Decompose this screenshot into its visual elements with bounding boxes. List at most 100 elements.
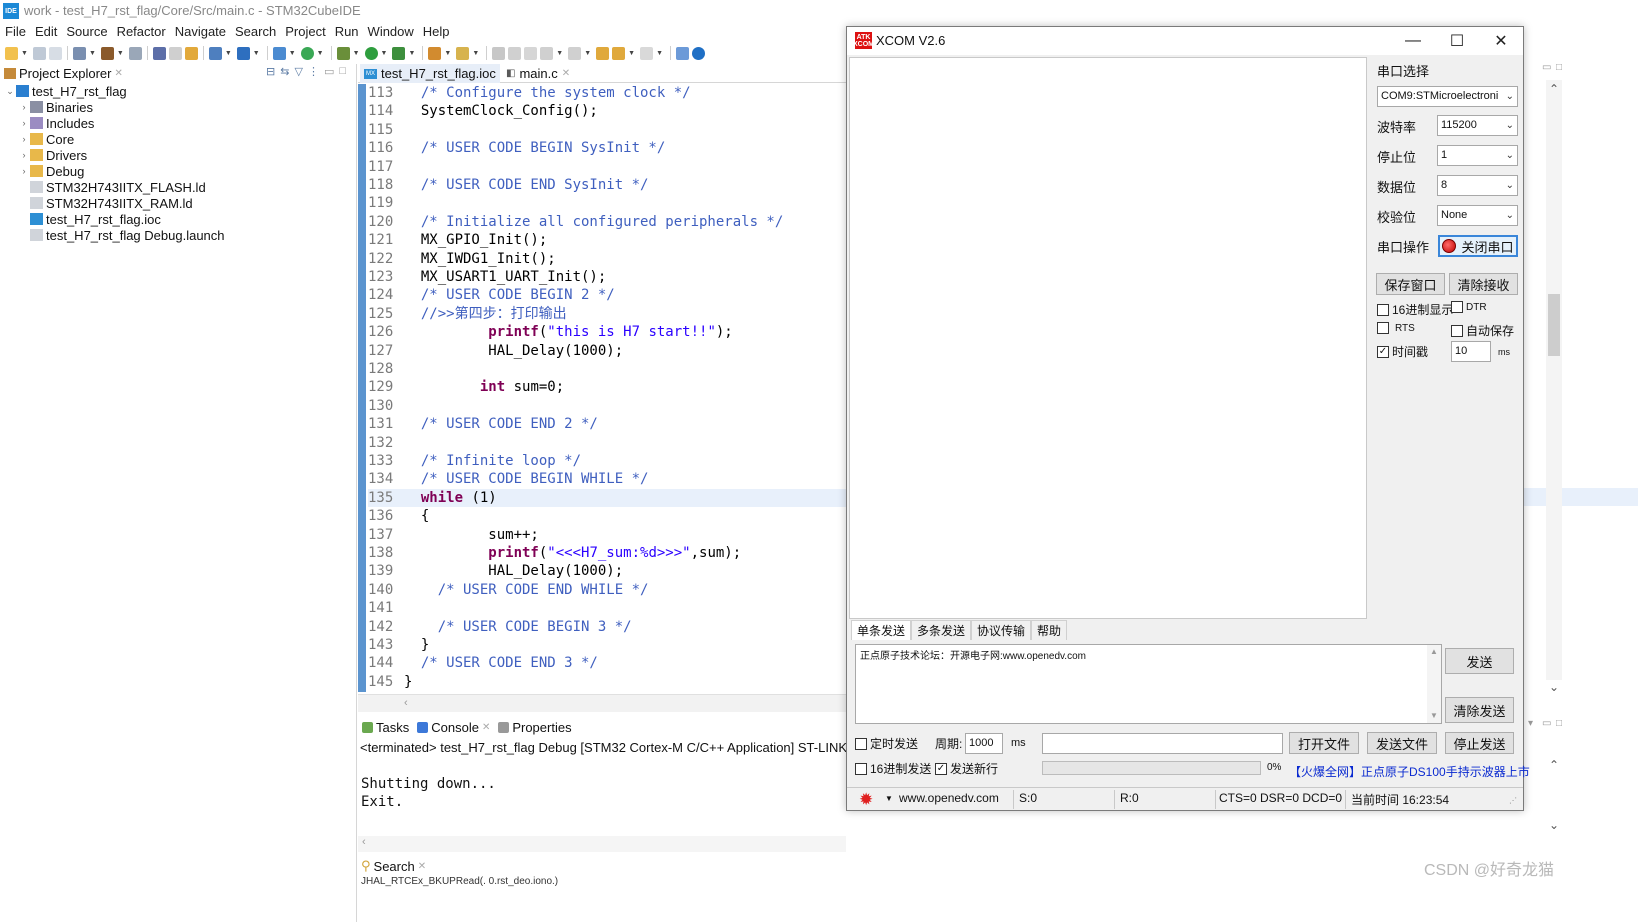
chevron-down-icon[interactable]: ▼ — [556, 50, 563, 57]
chevron-down-icon[interactable]: ▼ — [225, 50, 232, 57]
debug-bug-icon[interactable] — [336, 46, 350, 60]
close-icon[interactable]: ✕ — [114, 68, 122, 79]
chevron-down-icon[interactable]: ⌄ — [4, 86, 16, 97]
checkbox-box[interactable] — [855, 737, 867, 750]
save-window-button[interactable]: 保存窗口 — [1376, 273, 1445, 295]
chevron-left-icon[interactable]: ‹ — [404, 697, 408, 709]
tree-item[interactable]: › Core — [18, 131, 75, 147]
promo-link[interactable]: 【火爆全网】正点原子DS100手持示波器上市 — [1289, 763, 1530, 780]
tree-project-root[interactable]: ⌄ test_H7_rst_flag — [4, 83, 126, 99]
minimize-button[interactable]: — — [1393, 29, 1433, 53]
save-all-icon[interactable] — [48, 46, 62, 60]
hex-display-checkbox[interactable]: 16进制显示 — [1377, 301, 1453, 318]
open-perspective-icon[interactable] — [676, 46, 689, 60]
maximize-icon[interactable]: □ — [1556, 62, 1562, 73]
new-class-icon[interactable] — [236, 46, 250, 60]
open-file-button[interactable]: 打开文件 — [1289, 732, 1359, 754]
checkbox-box[interactable] — [855, 762, 867, 775]
chevron-down-icon[interactable]: ▼ — [21, 50, 28, 57]
send-button[interactable]: 发送 — [1445, 648, 1514, 674]
tree-item[interactable]: STM32H743IITX_RAM.ld — [18, 195, 193, 211]
tree-item[interactable]: test_H7_rst_flag Debug.launch — [18, 227, 225, 243]
build-config-icon[interactable] — [72, 46, 86, 60]
chevron-down-icon[interactable]: ▼ — [408, 50, 415, 57]
chevron-down-icon[interactable]: ▼ — [117, 50, 124, 57]
tree-item[interactable]: › Debug — [18, 163, 85, 179]
gear-icon[interactable]: ✹ — [859, 790, 873, 810]
data-bits-select[interactable]: 8 ⌄ — [1437, 175, 1518, 196]
chevron-down-icon[interactable]: ▼ — [381, 50, 388, 57]
chevron-down-icon[interactable]: ▼ — [289, 50, 296, 57]
menu-source[interactable]: Source — [61, 22, 111, 42]
send-file-button[interactable]: 发送文件 — [1367, 732, 1437, 754]
menu-refactor[interactable]: Refactor — [112, 22, 170, 42]
checkbox-box[interactable] — [1451, 301, 1463, 313]
baud-select[interactable]: 115200 ⌄ — [1437, 115, 1518, 136]
hex-send-checkbox[interactable]: 16进制发送 — [855, 760, 931, 777]
tree-item[interactable]: test_H7_rst_flag.ioc — [18, 211, 161, 227]
menu-search[interactable]: Search — [230, 22, 280, 42]
close-icon[interactable]: ✕ — [562, 68, 570, 79]
tab-help[interactable]: 帮助 — [1031, 620, 1068, 640]
tab-console[interactable]: Console ✕ — [417, 720, 490, 735]
menu-project[interactable]: Project — [280, 22, 329, 42]
menu-edit[interactable]: Edit — [30, 22, 61, 42]
resize-grip-icon[interactable]: ⋰ — [1509, 796, 1517, 805]
chevron-right-icon[interactable]: › — [18, 102, 30, 112]
chevron-down-icon[interactable]: ▼ — [1430, 711, 1438, 720]
chevron-down-icon[interactable]: ▼ — [472, 50, 479, 57]
external-tools-icon[interactable] — [392, 46, 406, 60]
next-annotation-icon[interactable] — [540, 46, 554, 60]
clear-send-button[interactable]: 清除发送 — [1445, 697, 1514, 723]
stop-send-button[interactable]: 停止发送 — [1445, 732, 1514, 754]
checkbox-box[interactable]: ✓ — [1377, 345, 1389, 358]
pin-icon[interactable] — [152, 46, 166, 60]
tree-item[interactable]: STM32H743IITX_FLASH.ld — [18, 179, 206, 195]
vertical-scrollbar[interactable] — [1546, 80, 1562, 680]
chevron-down-icon[interactable]: ▼ — [444, 50, 451, 57]
menu-window[interactable]: Window — [363, 22, 418, 42]
checkbox-box[interactable] — [1451, 324, 1463, 337]
tab-properties[interactable]: Properties — [498, 720, 572, 735]
tab-search[interactable]: ⚲ Search ✕ — [361, 858, 426, 874]
link-editor-icon[interactable]: ⇆ — [280, 65, 289, 78]
checkbox-box[interactable] — [1377, 303, 1389, 316]
chevron-right-icon[interactable]: › — [18, 118, 30, 128]
new-icon[interactable] — [5, 46, 18, 60]
chevron-up-icon[interactable]: ⌃ — [1549, 82, 1559, 96]
send-scrollbar[interactable]: ▲ ▼ — [1427, 645, 1441, 723]
show-whitespace-icon[interactable] — [524, 46, 538, 60]
rts-checkbox[interactable]: RTS — [1377, 322, 1415, 334]
dtr-checkbox[interactable]: DTR — [1451, 301, 1487, 313]
search-icon[interactable] — [456, 46, 470, 60]
send-newline-checkbox[interactable]: ✓ 发送新行 — [935, 760, 998, 777]
forward-icon[interactable] — [640, 46, 654, 60]
run-icon[interactable] — [364, 46, 378, 60]
checkbox-box[interactable] — [1377, 322, 1389, 334]
save-icon[interactable] — [32, 46, 46, 60]
filter-icon[interactable]: ▽ — [294, 65, 302, 78]
chevron-down-icon[interactable]: ⌄ — [1549, 818, 1559, 832]
build-hammer-icon[interactable] — [100, 46, 114, 60]
maximize-icon[interactable]: □ — [339, 65, 346, 78]
view-menu-icon[interactable]: ⋮ — [308, 65, 319, 78]
console-output[interactable]: Shutting down... Exit. — [361, 775, 496, 811]
minimize-icon[interactable]: ▭ — [324, 65, 334, 78]
chevron-down-icon[interactable]: ▼ — [656, 50, 663, 57]
status-url[interactable]: www.openedv.com — [899, 791, 999, 805]
chevron-right-icon[interactable]: › — [18, 134, 30, 144]
tree-item[interactable]: › Binaries — [18, 99, 93, 115]
send-textarea[interactable]: 正点原子技术论坛：开源电子网:www.openedv.com ▲ ▼ — [855, 644, 1442, 724]
close-port-button[interactable]: 关闭串口 — [1438, 235, 1518, 257]
tab-single-send[interactable]: 单条发送 — [851, 620, 912, 640]
timestamp-input[interactable]: 10 — [1451, 341, 1491, 362]
toggle-mark-icon[interactable] — [492, 46, 506, 60]
close-icon[interactable]: ✕ — [418, 861, 426, 872]
file-path-input[interactable] — [1042, 733, 1283, 754]
receive-area[interactable] — [849, 57, 1367, 619]
chevron-left-icon[interactable]: ‹ — [362, 836, 366, 848]
parity-select[interactable]: None ⌄ — [1437, 205, 1518, 226]
info-icon[interactable] — [692, 46, 705, 60]
auto-save-checkbox[interactable]: 自动保存 — [1451, 322, 1514, 339]
chevron-down-icon[interactable]: ⌄ — [1549, 680, 1559, 694]
